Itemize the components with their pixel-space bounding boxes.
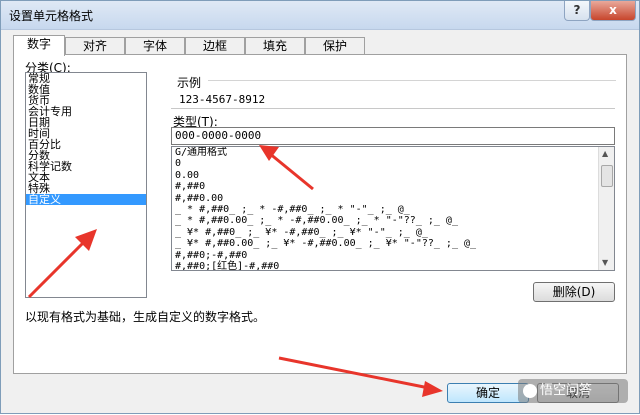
help-button[interactable]: ? [564, 1, 590, 21]
format-item[interactable]: 0 [172, 158, 614, 169]
format-item[interactable]: #,##0;-#,##0 [172, 250, 614, 261]
format-item[interactable]: _ ¥* #,##0_ ;_ ¥* -#,##0_ ;_ ¥* "-"_ ;_ … [172, 227, 614, 238]
tab-fill[interactable]: 填充 [245, 37, 305, 55]
scroll-thumb[interactable] [601, 165, 613, 187]
type-input[interactable]: 000-0000-0000 [171, 127, 615, 145]
format-item[interactable]: _ ¥* #,##0.00_ ;_ ¥* -#,##0.00_ ;_ ¥* "-… [172, 238, 614, 249]
tab-protection[interactable]: 保护 [305, 37, 365, 55]
format-item[interactable]: #,##0.00 [172, 193, 614, 204]
sample-value: 123-4567-8912 [179, 93, 266, 106]
format-list[interactable]: G/通用格式 0 0.00 #,##0 #,##0.00 _ * #,##0_ … [171, 146, 615, 271]
sample-divider [208, 80, 616, 81]
category-item-selected[interactable]: 自定义 [26, 194, 146, 205]
delete-button[interactable]: 删除(D) [533, 282, 615, 302]
format-item[interactable]: G/通用格式 [172, 147, 614, 158]
format-item[interactable]: #,##0 [172, 181, 614, 192]
tab-alignment[interactable]: 对齐 [65, 37, 125, 55]
tab-font[interactable]: 字体 [125, 37, 185, 55]
watermark-text: 悟空问答 [540, 383, 593, 398]
format-item[interactable]: 0.00 [172, 170, 614, 181]
tab-number[interactable]: 数字 [13, 35, 65, 56]
scroll-up-icon[interactable]: ▲ [602, 149, 608, 158]
format-list-scrollbar[interactable]: ▲ ▼ [598, 147, 614, 270]
dialog-title: 设置单元格格式 [9, 9, 94, 23]
format-item[interactable]: _ * #,##0.00_ ;_ * -#,##0.00_ ;_ * "-"??… [172, 215, 614, 226]
tab-border[interactable]: 边框 [185, 37, 245, 55]
close-button[interactable]: x [590, 1, 636, 21]
format-item[interactable]: _ * #,##0_ ;_ * -#,##0_ ;_ * "-"_ ;_ @_ [172, 204, 614, 215]
title-bar: 设置单元格格式 ? x [1, 1, 639, 30]
category-list[interactable]: 常规 数值 货币 会计专用 日期 时间 百分比 分数 科学记数 文本 特殊 自定… [25, 72, 147, 298]
ok-button[interactable]: 确定 [447, 383, 529, 403]
watermark: 悟空问答 [518, 379, 628, 403]
format-item[interactable]: #,##0;[红色]-#,##0 [172, 261, 614, 270]
watermark-logo-icon [523, 384, 537, 398]
format-cells-dialog: 设置单元格格式 ? x 数字 对齐 字体 边框 填充 保护 分类(C): 常规 … [0, 0, 640, 414]
description-text: 以现有格式为基础，生成自定义的数字格式。 [25, 310, 266, 324]
scroll-down-icon[interactable]: ▼ [602, 258, 608, 267]
